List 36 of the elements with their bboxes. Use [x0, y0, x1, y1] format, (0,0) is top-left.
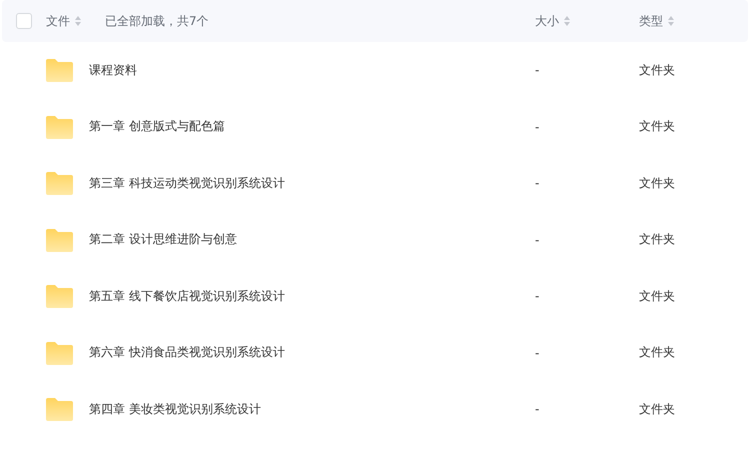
type-cell: 文件夹	[639, 118, 675, 136]
type-cell: 文件夹	[639, 174, 675, 192]
column-header[interactable]: 文件	[46, 12, 70, 30]
folder-icon	[45, 340, 74, 365]
type-cell: 文件夹	[639, 288, 675, 305]
type-cell: 文件夹	[639, 62, 675, 79]
folder-icon	[45, 397, 74, 422]
column-header[interactable]: 类型	[639, 12, 663, 30]
size-cell-text: -	[535, 63, 540, 78]
folder-icon	[45, 171, 74, 196]
select-all-checkbox[interactable]	[16, 13, 32, 29]
folder-name[interactable]: 第六章 快消食品类视觉识别系统设计	[89, 344, 535, 362]
type-cell: 文件夹	[639, 400, 675, 418]
sort-icon[interactable]	[75, 16, 81, 26]
type-cell: 文件夹	[639, 231, 675, 248]
sort-icon[interactable]	[564, 16, 570, 26]
folder-name[interactable]: 第一章 创意版式与配色篇	[89, 118, 535, 136]
folder-icon	[45, 58, 74, 82]
folder-icon	[45, 114, 74, 139]
sort-icon[interactable]	[668, 16, 674, 26]
folder-name[interactable]: 第二章 设计思维进阶与创意	[89, 231, 535, 248]
folder-name[interactable]: 课程资料	[89, 62, 535, 79]
size-cell-text: -	[535, 232, 540, 247]
size-cell-text: -	[535, 346, 540, 360]
size-cell-text: -	[535, 402, 540, 416]
column-header[interactable]: 大小	[535, 12, 559, 30]
type-cell: 文件夹	[639, 344, 675, 362]
folder-name[interactable]: 第四章 美妆类视觉识别系统设计	[89, 400, 535, 418]
folder-icon	[45, 284, 74, 308]
folder-name[interactable]: 第五章 线下餐饮店视觉识别系统设计	[89, 288, 535, 305]
size-cell-text: -	[535, 289, 540, 304]
size-cell-text: -	[535, 176, 540, 190]
load-status: 已全部加载，共7个	[105, 12, 210, 30]
folder-icon	[45, 228, 74, 252]
size-cell-text: -	[535, 120, 540, 134]
folder-name[interactable]: 第三章 科技运动类视觉识别系统设计	[89, 174, 535, 192]
